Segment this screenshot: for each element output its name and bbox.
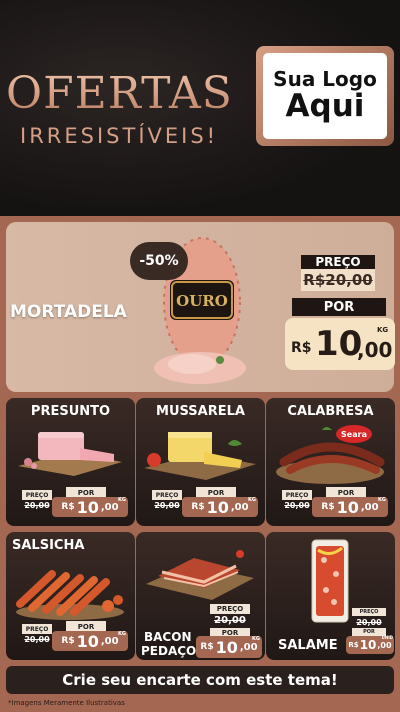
logo-text-line1: Sua Logo	[273, 67, 377, 92]
old-price: 20,00	[356, 617, 382, 627]
new-price: R$ 10 ,00 UNID	[346, 635, 394, 654]
new-price: R$ 10 ,00 KG	[52, 497, 128, 517]
unit-label: KG	[248, 497, 256, 503]
currency-symbol: R$	[348, 641, 359, 649]
price-decimal: ,00	[360, 501, 379, 513]
new-price: R$ 10 ,00 KG	[196, 636, 262, 658]
price-tag: PREÇO 20,00 POR R$ 10 ,00 KG	[282, 487, 394, 520]
product-name: SALSICHA	[12, 538, 85, 553]
price-label: PREÇO	[352, 608, 386, 616]
price-tag: PREÇO 20,00 POR R$ 10 ,00 KG	[196, 604, 264, 658]
calabresa-image: Seara	[276, 425, 385, 484]
cta-button[interactable]: Crie seu encarte com este tema!	[6, 666, 394, 694]
unit-label: KG	[378, 497, 386, 503]
price-label: PREÇO	[210, 604, 250, 614]
price-decimal: ,00	[239, 641, 258, 653]
price-decimal: ,00	[357, 338, 393, 362]
featured-price-label: PREÇO	[301, 255, 375, 269]
logo-placeholder[interactable]: Sua Logo Aqui	[256, 46, 394, 146]
unit-label: KG	[252, 636, 260, 642]
currency-symbol: R$	[321, 502, 335, 512]
price-tag: PREÇO 20,00 POR R$ 10 ,00 KG	[22, 487, 134, 520]
featured-product-card[interactable]: MORTADELA OURO -50% PREÇO R$20,00 POR R$…	[6, 222, 395, 392]
currency-symbol: R$	[191, 502, 205, 512]
product-card-bacon[interactable]: BACON PEDAÇO PREÇO 20,00 POR R$ 10 ,00 K…	[136, 532, 265, 660]
currency-symbol: R$	[291, 340, 312, 356]
disclaimer: *Imagens Meramente Ilustrativas	[8, 699, 125, 707]
old-price: 20,00	[24, 634, 50, 644]
salsicha-image	[16, 570, 124, 620]
price-label: PREÇO	[152, 490, 182, 500]
page-title: OFERTAS	[6, 68, 233, 119]
product-card-mussarela[interactable]: MUSSARELA PREÇO 20,00 POR R$ 10 ,00 KG	[136, 398, 265, 526]
currency-symbol: R$	[200, 642, 214, 652]
mussarela-image	[144, 432, 256, 480]
hero-banner: OFERTAS IRRESISTÍVEIS! Sua Logo Aqui	[0, 0, 400, 216]
price-label: PREÇO	[22, 490, 52, 500]
logo-box: Sua Logo Aqui	[263, 53, 387, 139]
currency-symbol: R$	[61, 636, 75, 646]
price-integer: 10	[359, 638, 377, 652]
featured-new-price: R$ 10 ,00 KG	[285, 318, 395, 370]
featured-por-label: POR	[292, 298, 386, 316]
old-price: 20,00	[24, 500, 50, 510]
price-decimal: ,00	[377, 640, 392, 650]
price-label: PREÇO	[22, 624, 52, 634]
unit-label: KG	[118, 497, 126, 503]
price-decimal: ,00	[100, 635, 119, 647]
product-name-line1: BACON	[144, 630, 192, 644]
product-card-presunto[interactable]: PRESUNTO PREÇO 20,00 POR R$ 10 ,00 KG	[6, 398, 135, 526]
presunto-image	[18, 432, 122, 476]
unit-label: UNID	[381, 635, 393, 640]
product-name-line2: PEDAÇO	[141, 644, 197, 658]
price-decimal: ,00	[100, 501, 119, 513]
salame-image	[311, 539, 349, 623]
price-tag: PREÇO 20,00 POR R$ 10 ,00 UNID	[346, 608, 394, 656]
price-integer: 10	[315, 324, 363, 364]
new-price: R$ 10 ,00 KG	[312, 497, 388, 517]
price-integer: 10	[206, 497, 229, 517]
old-price: 20,00	[214, 614, 246, 626]
brand-ouro-label: OURO	[176, 292, 228, 310]
new-price: R$ 10 ,00 KG	[52, 631, 128, 651]
flyer-body: MORTADELA OURO -50% PREÇO R$20,00 POR R$…	[0, 216, 400, 712]
product-card-salame[interactable]: SALAME PREÇO 20,00 POR R$ 10 ,00 UNID	[266, 532, 395, 660]
page-subtitle: IRRESISTÍVEIS!	[20, 124, 219, 148]
discount-badge: -50%	[130, 242, 188, 280]
price-integer: 10	[76, 497, 99, 517]
unit-label: KG	[377, 326, 389, 334]
product-name: MUSSARELA	[156, 404, 245, 419]
product-name: PRESUNTO	[30, 404, 111, 419]
old-price: 20,00	[154, 500, 180, 510]
price-decimal: ,00	[230, 501, 249, 513]
product-name: CALABRESA	[287, 404, 374, 419]
logo-text-line2: Aqui	[285, 88, 365, 125]
old-price: 20,00	[284, 500, 310, 510]
featured-old-price: R$20,00	[301, 269, 375, 291]
unit-label: KG	[118, 631, 126, 637]
price-label: PREÇO	[282, 490, 312, 500]
price-tag: PREÇO 20,00 POR R$ 10 ,00 KG	[22, 621, 134, 654]
featured-product-name: MORTADELA	[10, 302, 127, 322]
currency-symbol: R$	[61, 502, 75, 512]
price-integer: 10	[336, 497, 359, 517]
seara-logo-text: Seara	[341, 430, 367, 439]
price-tag: PREÇO 20,00 POR R$ 10 ,00 KG	[152, 487, 264, 520]
price-integer: 10	[215, 637, 238, 657]
product-name: SALAME	[278, 638, 338, 653]
product-card-calabresa[interactable]: CALABRESA Seara PREÇO 20,00 POR R$ 10 ,0…	[266, 398, 395, 526]
price-integer: 10	[76, 631, 99, 651]
bacon-image	[146, 550, 254, 600]
product-card-salsicha[interactable]: SALSICHA PREÇO 20,00 POR R$ 10 ,00 KG	[6, 532, 135, 660]
new-price: R$ 10 ,00 KG	[182, 497, 258, 517]
